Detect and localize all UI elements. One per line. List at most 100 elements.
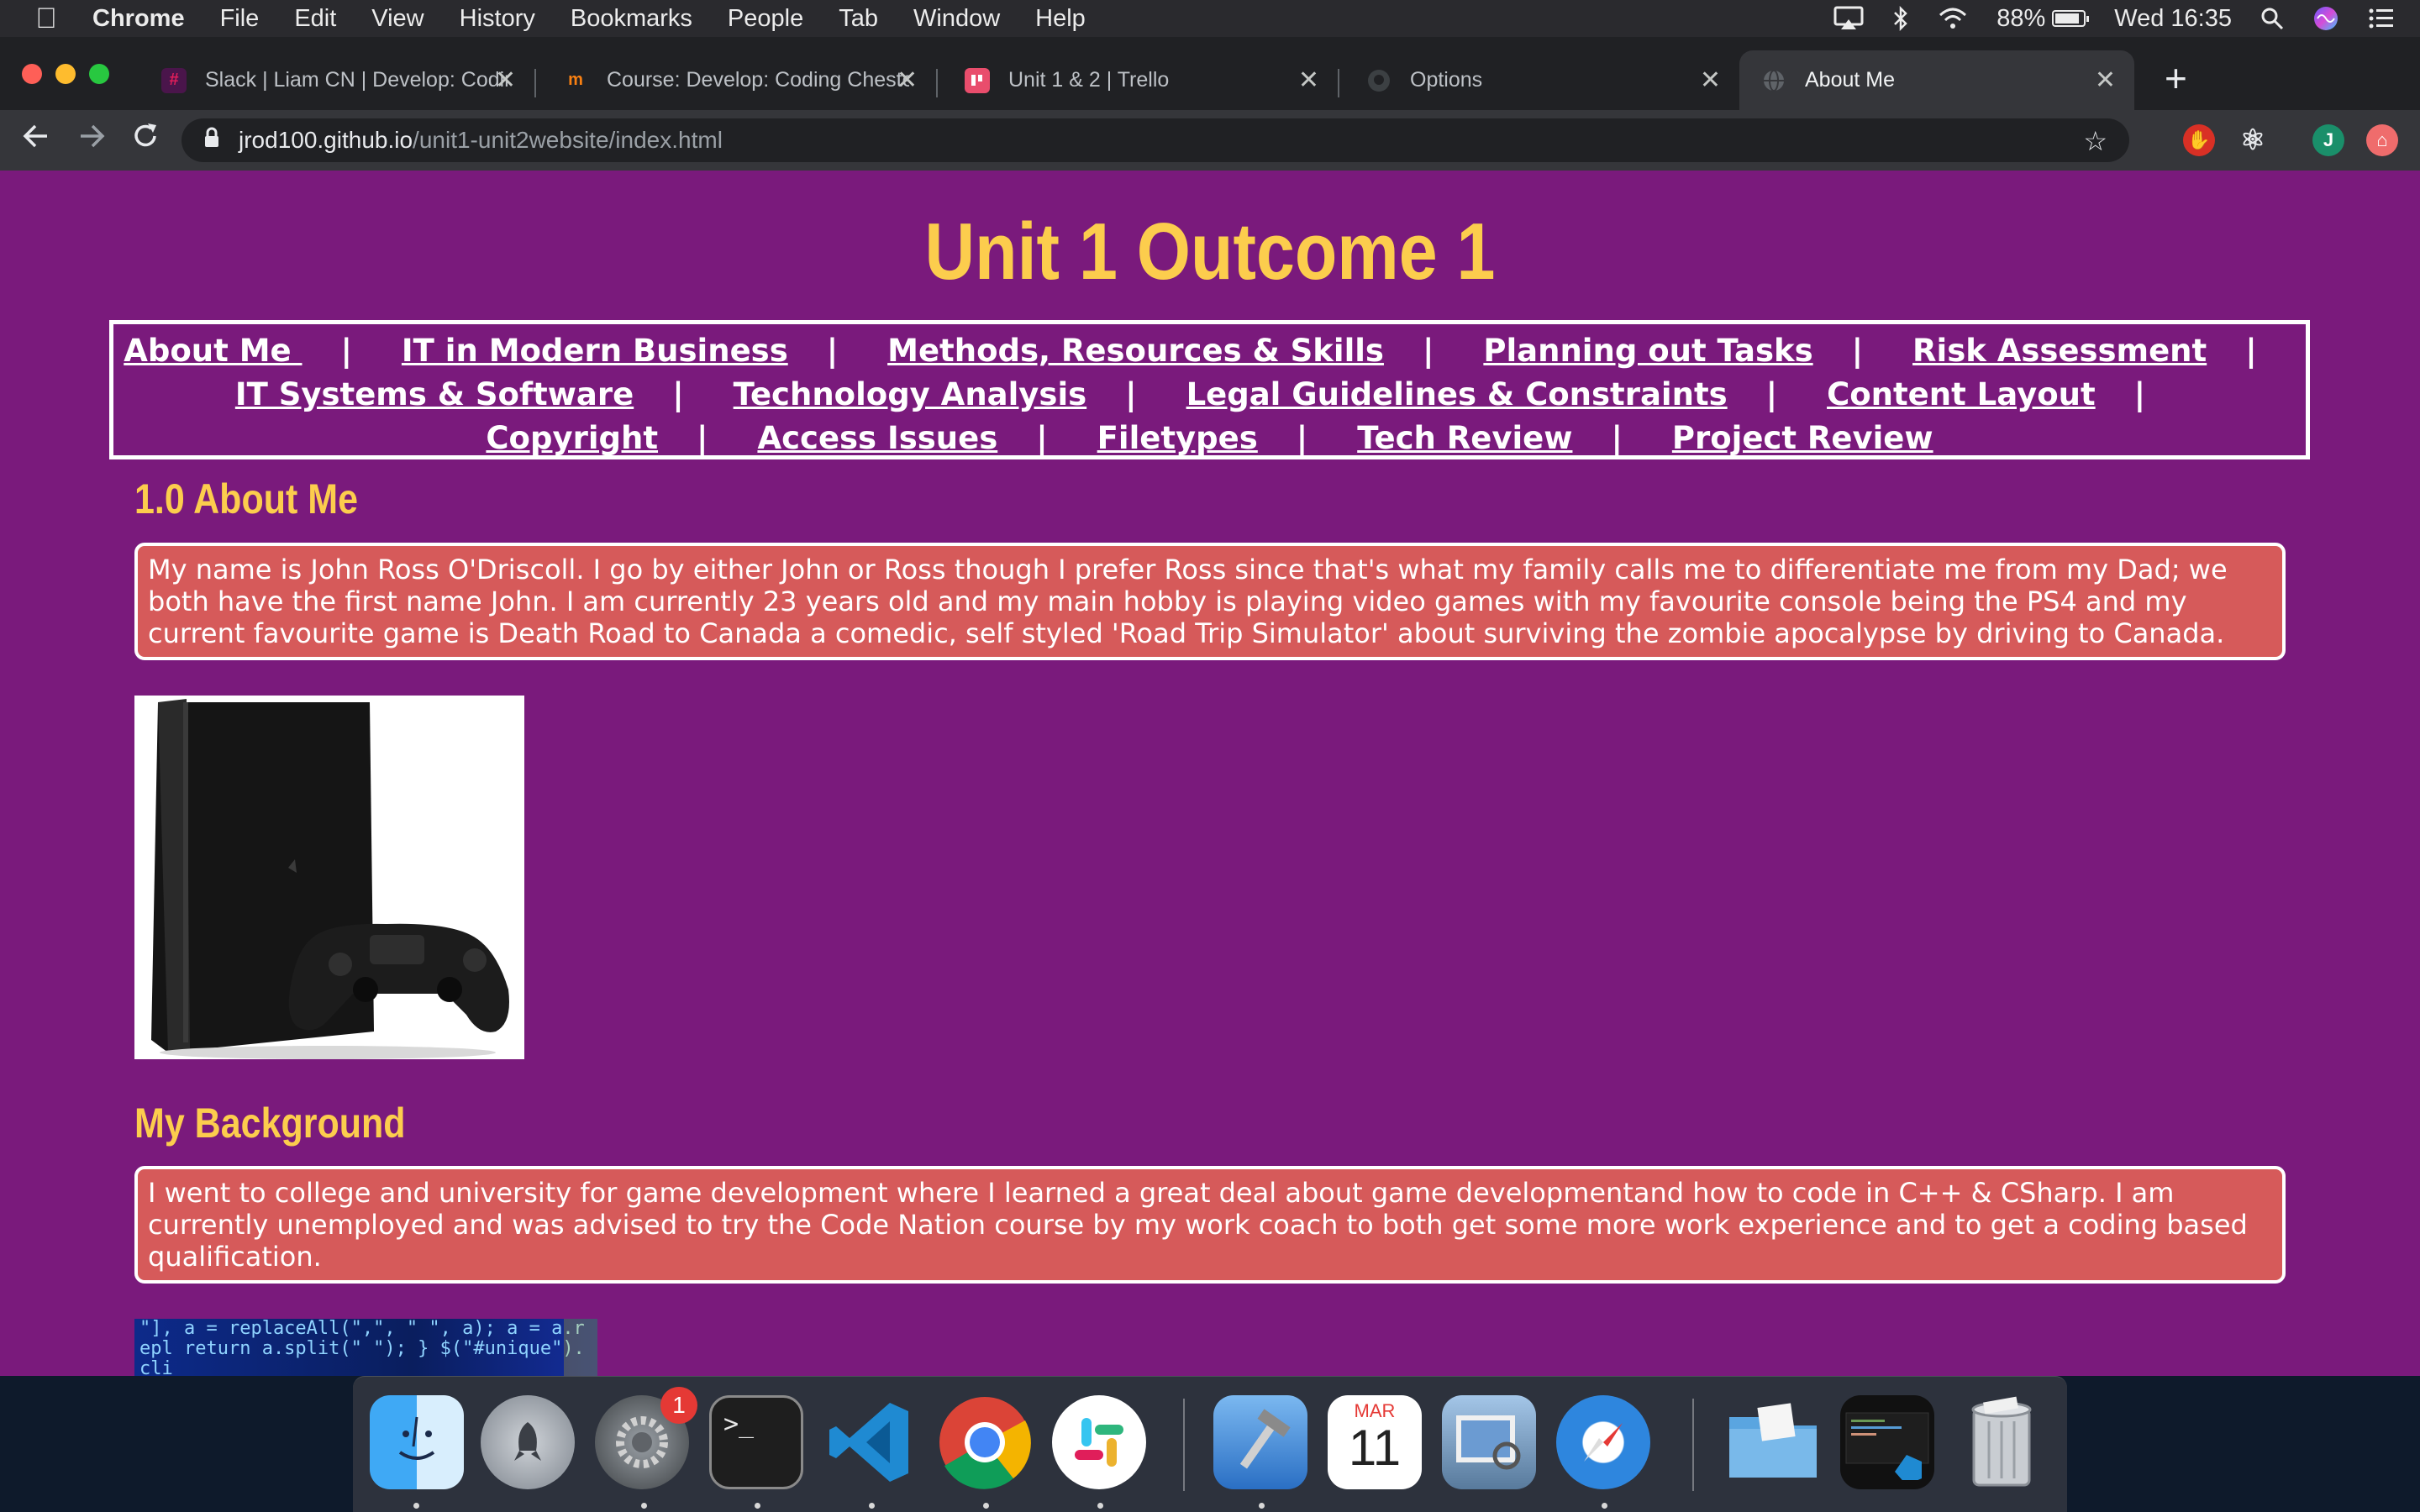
nav-separator: | bbox=[1422, 333, 1434, 369]
tab-slack[interactable]: # Slack | Liam CN | Develop: Codin ✕ bbox=[139, 50, 536, 110]
section-title-about-me: 1.0 About Me bbox=[134, 475, 358, 522]
menu-people[interactable]: People bbox=[728, 5, 803, 33]
tab-divider bbox=[936, 69, 938, 97]
battery-fill bbox=[2055, 13, 2080, 24]
downloads-folder-icon[interactable] bbox=[1726, 1395, 1820, 1489]
siri-icon[interactable] bbox=[2312, 5, 2339, 32]
terminal-prompt: >_ bbox=[723, 1410, 755, 1439]
nav-separator: | bbox=[340, 333, 353, 369]
nav-link-risk-assessment[interactable]: Risk Assessment bbox=[1912, 333, 2207, 369]
menu-bookmarks[interactable]: Bookmarks bbox=[571, 5, 692, 33]
preview-icon[interactable] bbox=[1442, 1395, 1536, 1489]
bluetooth-icon[interactable] bbox=[1892, 5, 1909, 32]
nav-link-it-modern-business[interactable]: IT in Modern Business bbox=[402, 333, 788, 369]
code-snippet-text: "], a = replaceAll(",", " ", a); a = a.r… bbox=[139, 1319, 585, 1376]
nav-link-technology-analysis[interactable]: Technology Analysis bbox=[734, 376, 1087, 412]
running-indicator bbox=[641, 1503, 647, 1509]
running-indicator bbox=[1602, 1503, 1607, 1509]
section-title-background: My Background bbox=[134, 1100, 406, 1147]
nav-link-it-systems[interactable]: IT Systems & Software bbox=[235, 376, 634, 412]
nav-separator: | bbox=[697, 420, 708, 456]
slack-app-icon[interactable] bbox=[1052, 1395, 1146, 1489]
menu-view[interactable]: View bbox=[371, 5, 424, 33]
globe-icon bbox=[1761, 68, 1786, 93]
system-preferences-icon[interactable]: 1 bbox=[595, 1387, 697, 1489]
tab-close-icon[interactable]: ✕ bbox=[1298, 66, 1319, 95]
trash-icon[interactable] bbox=[1954, 1395, 2049, 1489]
web-page: Unit 1 Outcome 1 About Me | IT in Modern… bbox=[0, 171, 2420, 1376]
calendar-day: 11 bbox=[1348, 1420, 1402, 1476]
nav-link-about-me[interactable]: About Me bbox=[124, 333, 302, 369]
reload-icon[interactable] bbox=[131, 122, 160, 158]
tab-close-icon[interactable]: ✕ bbox=[1700, 66, 1721, 95]
nav-separator: | bbox=[672, 376, 684, 412]
background-textbox: I went to college and university for gam… bbox=[134, 1166, 2286, 1284]
chrome-icon[interactable] bbox=[938, 1395, 1032, 1489]
nav-link-copyright[interactable]: Copyright bbox=[486, 420, 658, 456]
new-tab-button[interactable]: + bbox=[2165, 55, 2187, 101]
tab-close-icon[interactable]: ✕ bbox=[2095, 66, 2116, 95]
browser-toolbar: jrod100.github.io/unit1-unit2website/ind… bbox=[0, 110, 2420, 171]
lock-icon[interactable] bbox=[203, 127, 220, 155]
menu-tab[interactable]: Tab bbox=[839, 5, 878, 33]
profile-avatar[interactable]: J bbox=[2312, 124, 2344, 156]
airplay-icon[interactable] bbox=[1833, 6, 1864, 31]
tab-close-icon[interactable]: ✕ bbox=[897, 66, 918, 95]
nav-separator: | bbox=[1125, 376, 1137, 412]
xcode-icon[interactable] bbox=[1213, 1395, 1307, 1489]
nav-link-content-layout[interactable]: Content Layout bbox=[1827, 376, 2096, 412]
nav-separator: | bbox=[1296, 420, 1308, 456]
spotlight-search-icon[interactable] bbox=[2260, 7, 2284, 30]
tab-close-icon[interactable]: ✕ bbox=[495, 66, 516, 95]
nav-separator: | bbox=[1611, 420, 1623, 456]
clock[interactable]: Wed 16:35 bbox=[2114, 5, 2232, 33]
page-heading: Unit 1 Outcome 1 bbox=[924, 207, 1496, 297]
calendar-icon[interactable]: MAR 11 bbox=[1328, 1395, 1422, 1489]
vscode-icon[interactable] bbox=[823, 1395, 918, 1489]
nav-link-legal-guidelines[interactable]: Legal Guidelines & Constraints bbox=[1186, 376, 1728, 412]
tab-trello[interactable]: Unit 1 & 2 | Trello ✕ bbox=[943, 50, 1339, 110]
tab-divider bbox=[534, 69, 536, 97]
tab-course[interactable]: m Course: Develop: Coding Cheste ✕ bbox=[541, 50, 938, 110]
terminal-icon[interactable]: >_ bbox=[709, 1395, 803, 1489]
forward-arrow-icon[interactable] bbox=[77, 122, 106, 158]
react-devtools-icon[interactable]: ⚛ bbox=[2237, 124, 2269, 156]
nav-link-filetypes[interactable]: Filetypes bbox=[1097, 420, 1258, 456]
address-bar[interactable]: jrod100.github.io/unit1-unit2website/ind… bbox=[182, 118, 2129, 162]
menu-edit[interactable]: Edit bbox=[294, 5, 336, 33]
safari-icon[interactable] bbox=[1556, 1395, 1650, 1489]
menu-file[interactable]: File bbox=[220, 5, 260, 33]
menu-history[interactable]: History bbox=[460, 5, 535, 33]
tab-divider bbox=[1338, 69, 1339, 97]
nav-link-project-review[interactable]: Project Review bbox=[1672, 420, 1933, 456]
nav-link-access-issues[interactable]: Access Issues bbox=[757, 420, 997, 456]
adblock-extension-icon[interactable]: ✋ bbox=[2183, 124, 2215, 156]
back-arrow-icon[interactable] bbox=[22, 122, 50, 158]
nav-link-planning[interactable]: Planning out Tasks bbox=[1483, 333, 1812, 369]
nav-separator: | bbox=[2245, 333, 2257, 369]
battery-status[interactable]: 88% bbox=[1996, 5, 2090, 33]
notification-center-icon[interactable] bbox=[2368, 8, 2395, 29]
apple-menu-icon[interactable]:  bbox=[0, 3, 92, 35]
running-indicator bbox=[869, 1503, 875, 1509]
vscode-window-thumbnail-icon[interactable] bbox=[1840, 1395, 1934, 1489]
window-close-button[interactable] bbox=[22, 64, 42, 84]
launchpad-icon[interactable] bbox=[481, 1395, 575, 1489]
battery-icon bbox=[2052, 10, 2090, 27]
menu-help[interactable]: Help bbox=[1035, 5, 1086, 33]
extension-icon[interactable]: ⌂ bbox=[2366, 124, 2398, 156]
menu-window[interactable]: Window bbox=[913, 5, 1000, 33]
tab-title: About Me bbox=[1805, 68, 1896, 92]
finder-icon[interactable] bbox=[370, 1395, 464, 1489]
bookmark-star-icon[interactable]: ☆ bbox=[2083, 125, 2107, 157]
menu-app-name[interactable]: Chrome bbox=[92, 5, 185, 33]
tab-about-me[interactable]: About Me ✕ bbox=[1739, 50, 2134, 110]
running-indicator bbox=[1097, 1503, 1103, 1509]
window-zoom-button[interactable] bbox=[89, 64, 109, 84]
tab-options[interactable]: Options ✕ bbox=[1344, 50, 1739, 110]
nav-link-methods[interactable]: Methods, Resources & Skills bbox=[887, 333, 1384, 369]
nav-link-tech-review[interactable]: Tech Review bbox=[1357, 420, 1572, 456]
wifi-icon[interactable] bbox=[1938, 7, 1968, 30]
site-navigation: About Me | IT in Modern Business | Method… bbox=[109, 320, 2310, 459]
window-minimize-button[interactable] bbox=[55, 64, 76, 84]
